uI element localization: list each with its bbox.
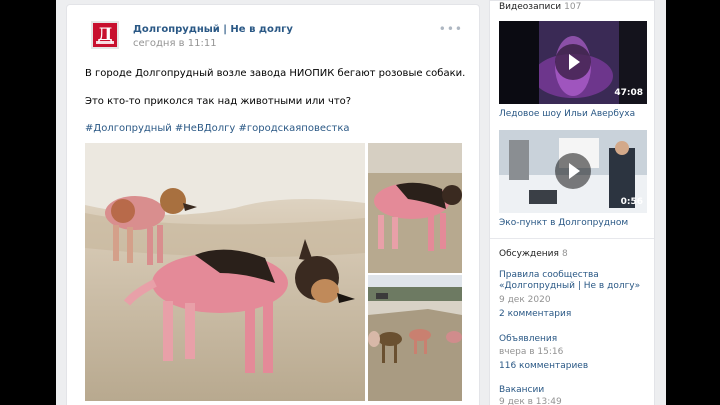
video-duration: 0:56: [620, 197, 643, 207]
discussion-title-line: «Долгопрудный | Не в долгу»: [499, 281, 641, 291]
discussions-heading[interactable]: Обсуждения 8: [499, 249, 568, 259]
discussion-title-link[interactable]: Объявления: [499, 334, 557, 345]
discussions-count: 8: [561, 249, 568, 259]
post-photo-3[interactable]: [368, 275, 462, 401]
video-title-link[interactable]: Эко-пункт в Долгопрудном: [499, 218, 628, 228]
video-duration: 47:08: [614, 88, 643, 98]
section-divider: [490, 238, 654, 239]
play-icon[interactable]: [555, 153, 591, 189]
videos-count: 107: [564, 2, 582, 12]
post-date[interactable]: сегодня в 11:11: [133, 38, 217, 49]
page: Д Долгопрудный | Не в долгу сегодня в 11…: [56, 0, 666, 405]
post-text-line: В городе Долгопрудный возле завода НИОПИ…: [85, 68, 466, 79]
post-author-link[interactable]: Долгопрудный | Не в долгу: [133, 24, 293, 35]
discussion-title-line: Правила сообщества: [499, 270, 599, 280]
discussion-comments-link[interactable]: 2 комментария: [499, 309, 571, 320]
wall-post: Д Долгопрудный | Не в долгу сегодня в 11…: [66, 4, 480, 405]
videos-heading[interactable]: Видеозаписи 107: [499, 2, 581, 12]
discussion-date: 9 дек в 13:49: [499, 397, 562, 405]
video-title-link[interactable]: Ледовое шоу Ильи Авербуха: [499, 109, 635, 119]
right-sidebar: Видеозаписи 107 47:08 Ледовое шоу Ильи Ав…: [489, 0, 655, 405]
discussion-date: 9 дек 2020: [499, 295, 551, 305]
videos-heading-label: Видеозаписи: [499, 2, 562, 12]
play-icon[interactable]: [555, 44, 591, 80]
discussion-comments-link[interactable]: 116 комментариев: [499, 361, 588, 372]
post-text-line: Это кто-то приколся так над животными ил…: [85, 96, 352, 107]
video-thumbnail[interactable]: 47:08: [499, 21, 647, 104]
avatar-logo-letter: Д: [97, 24, 113, 45]
community-avatar[interactable]: Д: [91, 21, 119, 49]
post-photo-main[interactable]: [85, 143, 365, 401]
discussions-heading-label: Обсуждения: [499, 249, 559, 259]
discussion-title-link[interactable]: Вакансии: [499, 385, 544, 396]
post-hashtags[interactable]: #Долгопрудный #НеВДолгу #городскаяповест…: [85, 123, 350, 134]
discussion-date: вчера в 15:16: [499, 347, 564, 357]
more-options-icon[interactable]: •••: [439, 22, 463, 36]
video-thumbnail[interactable]: 0:56: [499, 130, 647, 213]
discussion-title-link[interactable]: Правила сообщества «Долгопрудный | Не в …: [499, 270, 640, 292]
post-photo-2[interactable]: [368, 143, 462, 273]
